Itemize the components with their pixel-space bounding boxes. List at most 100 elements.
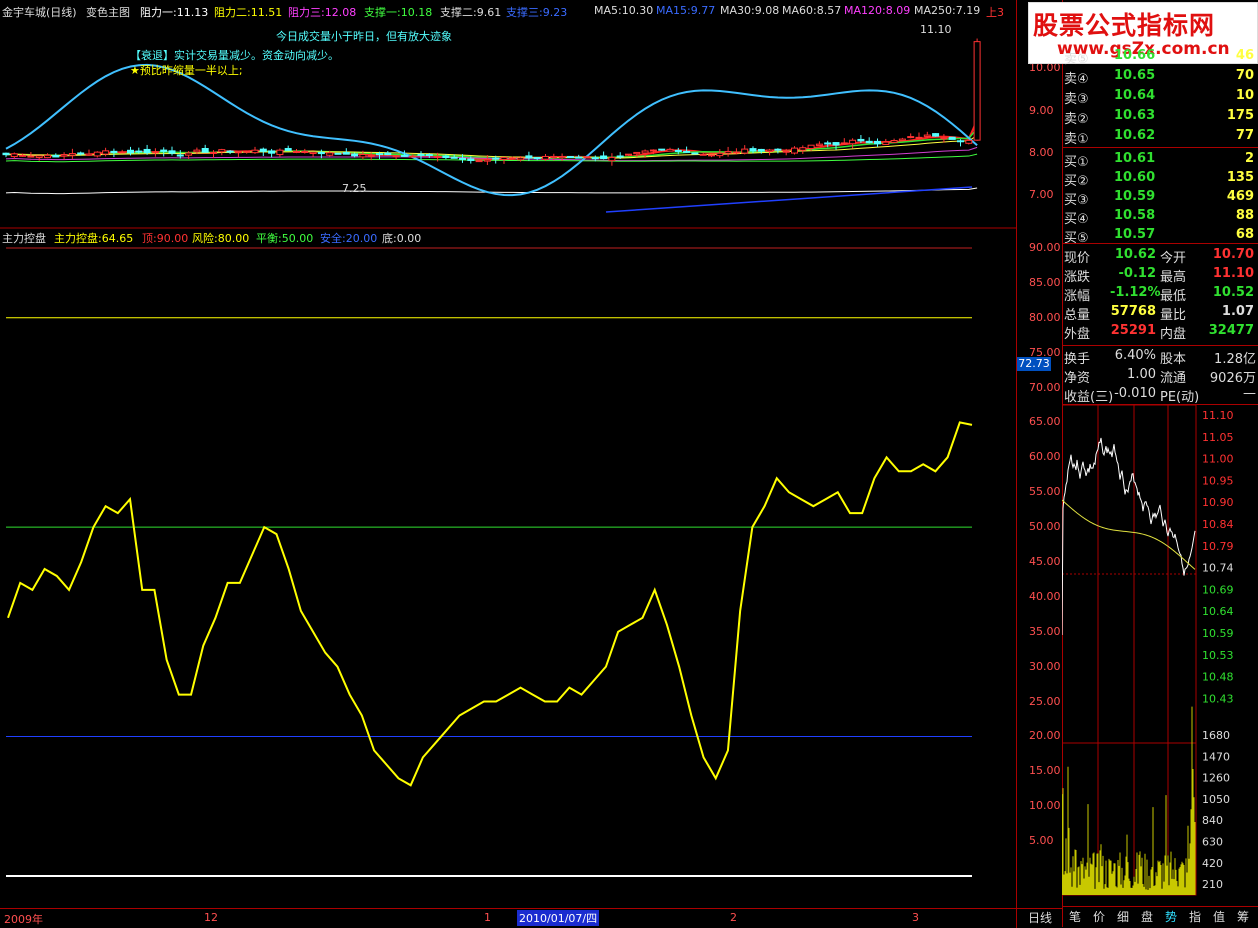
row-price: 10.64 [1114,88,1156,103]
intraday-tick: 10.69 [1202,583,1234,596]
candle-body [766,149,774,152]
high-price-label: 11.10 [920,23,952,36]
candle-body [168,150,176,154]
resistance-2: 阻力二:11.51 [214,6,283,19]
candle-body [882,141,890,145]
candle-body [907,136,915,139]
tab-0[interactable]: 笔 [1064,907,1086,927]
candle-body [857,138,865,142]
sell-row: 卖① 10.62 77 [1062,126,1258,147]
tab-4[interactable]: 势 [1160,907,1182,927]
buy-row: 买② 10.60 135 [1062,168,1258,189]
candle-body [724,150,732,154]
candle-body [93,151,101,157]
price-tick: 9.00 [1029,104,1054,117]
intraday-chart[interactable]: 11.10 11.05 11.00 10.95 10.90 10.84 10.79 10.74… [1062,405,1258,907]
indicator-current-value: 72.73 [1017,357,1051,371]
candle-body [400,154,408,157]
logo-title: 股票公式指标网 [1033,11,1216,40]
candle-body [666,148,674,152]
row-volume: 68 [1235,227,1254,242]
candle-body [60,154,68,157]
candle-body [500,156,508,160]
candle-body [973,41,981,141]
tab-2[interactable]: 细 [1112,907,1134,927]
tab-6[interactable]: 值 [1208,907,1230,927]
indicator-name[interactable]: 主力控盘 [2,230,46,246]
candle-body [824,142,832,145]
buy-row: 买⑤ 10.57 68 [1062,225,1258,246]
candle-body [932,133,940,137]
stock-title: 金宇车城(日线) [2,6,77,19]
candle-body [85,153,93,156]
volume-tick: 1680 [1202,729,1230,742]
buy-row: 买① 10.61 2 [1062,149,1258,170]
candle-body [417,153,425,156]
candle-body [732,151,740,154]
ma30-label: MA30:9.08 [720,4,780,17]
candle-body [832,142,840,146]
indicator-line [7,421,973,787]
candle-body [708,154,715,157]
row-price: 10.59 [1114,189,1156,204]
row-price: 10.57 [1114,227,1156,242]
candle-body [525,155,533,159]
candle-body [791,147,798,154]
row-volume: 10 [1235,88,1254,103]
candle-body [633,151,641,155]
intraday-tick: 10.95 [1202,474,1234,487]
date-axis[interactable]: 2009年 12 1 2010/01/07/四 2 3 [0,908,1016,928]
indicator-tick: 45.00 [1029,555,1061,568]
indicator-tick: 70.00 [1029,380,1061,394]
candle-body [243,150,251,153]
candle-body [757,148,765,152]
resistance-3: 阻力三:12.08 [288,6,357,19]
price-chart[interactable] [0,0,1016,230]
value-axis: 11.0010.009.008.007.00 90.0085.0080.0075… [1016,0,1063,908]
period-button[interactable]: 日线 [1016,908,1063,928]
info-value: — [1243,386,1256,401]
sell-row: 卖⑤ 10.66 46 [1062,46,1258,67]
quote-value: 10.70 [1212,247,1254,262]
support-2: 支撑二:9.61 [440,6,502,19]
intraday-price-line [1062,437,1196,636]
candle-body [865,140,873,144]
tab-1[interactable]: 价 [1088,907,1110,927]
indicator-risk: 风险:80.00 [192,232,250,245]
intraday-tick: 10.53 [1202,649,1234,662]
indicator-chart[interactable] [0,228,1016,908]
candle-body [874,140,881,145]
candle-body [35,155,43,159]
candle-body [143,148,151,154]
quote-row: 涨幅 -1.12% 最低 10.52 [1062,283,1258,304]
tab-7[interactable]: 筹 [1232,907,1254,927]
tab-3[interactable]: 盘 [1136,907,1158,927]
row-label: 卖⑤ [1064,52,1089,67]
intraday-tick: 10.74 [1202,562,1234,575]
quote-value: 1.07 [1221,304,1254,319]
candle-body [774,148,782,151]
candle-body [334,152,342,155]
note-decline: 【衰退】实计交易量减少。资金动向减少。 [130,49,339,62]
candle-body [649,149,657,152]
intraday-tick: 10.84 [1202,518,1234,531]
candle-body [558,155,566,159]
ma10-line [5,128,978,160]
info-row: 换手 6.40% 股本 1.28亿 [1062,346,1258,367]
indicator-tick: 55.00 [1029,485,1061,499]
info-panel: 换手 6.40% 股本 1.28亿 净资 1.00 流通 9026万 收益(三) -0.010 PE… [1062,348,1258,412]
candle-body [575,156,583,159]
volume-tick: 1050 [1202,793,1230,806]
candle-body [616,155,624,158]
row-price: 10.63 [1114,108,1156,123]
info-value: -0.010 [1114,386,1156,401]
support-3: 支撑三:9.23 [506,6,568,19]
row-price: 10.61 [1114,151,1156,166]
support-line [605,186,973,213]
candle-body [2,152,10,156]
candle-body [259,148,267,152]
info-label: 收益(三) [1064,390,1114,405]
indicator-bottom: 底:0.00 [382,232,422,245]
main-chart-mode[interactable]: 变色主图 [86,4,130,20]
tab-5[interactable]: 指 [1184,907,1206,927]
